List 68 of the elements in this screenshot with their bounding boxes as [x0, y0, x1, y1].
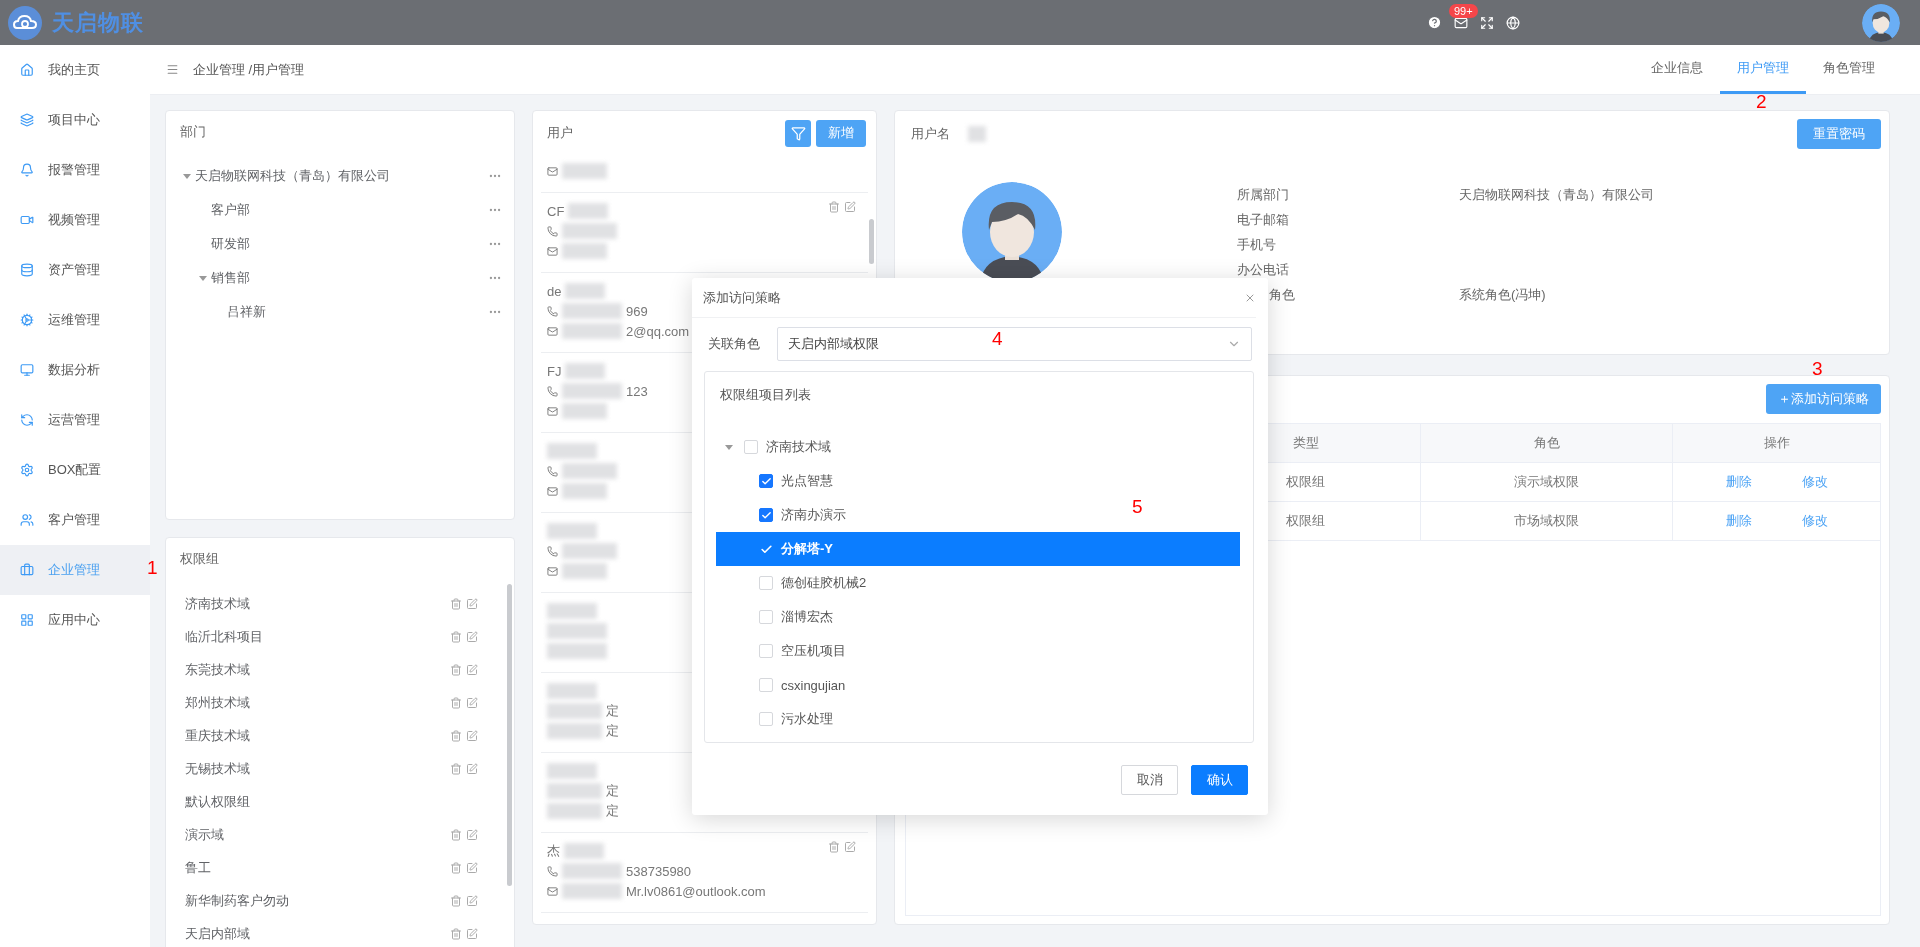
- tree-option[interactable]: 淄博宏杰: [716, 600, 839, 634]
- column-header: 角色: [1420, 424, 1672, 462]
- user-text: 定: [606, 802, 619, 820]
- notification-badge: 99+: [1449, 3, 1478, 18]
- panel-title: 用户: [547, 124, 573, 142]
- permission-group-name[interactable]: 济南技术域: [185, 594, 250, 613]
- tree-option[interactable]: 空压机项目: [716, 634, 852, 668]
- user-name: CF: [547, 203, 565, 219]
- phone-number: 538735980: [626, 863, 692, 879]
- permission-group-name[interactable]: 临沂北科项目: [185, 627, 263, 646]
- user-name: FJ: [547, 363, 562, 379]
- tab[interactable]: 角色管理: [1806, 45, 1892, 94]
- field-label: 手机号: [1237, 235, 1276, 254]
- email-address: 2@qq.com: [626, 323, 690, 339]
- permission-group-name[interactable]: 新华制药客户勿动: [185, 891, 289, 910]
- user-name: 杰: [547, 842, 560, 860]
- field-label: 电子邮箱: [1237, 210, 1289, 229]
- permission-group-name[interactable]: 鲁工: [185, 858, 211, 877]
- field-label: 办公电话: [1237, 260, 1289, 279]
- permission-group-name[interactable]: 天启内部域: [185, 924, 250, 943]
- user-text: 定: [606, 782, 619, 800]
- phone-number: 123: [626, 383, 648, 399]
- field-label: 所属部门: [1237, 185, 1289, 204]
- annotation-number: 3: [1812, 358, 1823, 380]
- tree-option[interactable]: 光点智慧: [716, 464, 839, 498]
- tree-option[interactable]: 污水处理: [716, 702, 839, 736]
- panel-title: 部门: [179, 123, 207, 141]
- tree-option[interactable]: 济南技术域: [716, 430, 837, 464]
- column-header: 操作: [1672, 424, 1880, 462]
- email-address: Mr.lv0861@outlook.com: [626, 883, 766, 899]
- field-label: 角色: [1269, 285, 1295, 304]
- phone-number: 969: [626, 303, 648, 319]
- list-title: 权限组项目列表: [719, 386, 812, 404]
- tab[interactable]: 企业信息: [1634, 45, 1720, 94]
- field-label: 关联角色: [708, 335, 760, 353]
- tree-option[interactable]: 分解塔-Y: [716, 532, 1240, 566]
- panel-title: 权限组: [179, 550, 220, 568]
- department-node[interactable]: 研发部: [211, 235, 250, 253]
- department-node[interactable]: 销售部: [211, 269, 250, 287]
- logo-text: 天启物联: [52, 8, 144, 37]
- permission-group-name[interactable]: 默认权限组: [185, 792, 250, 811]
- dialog-title: 添加访问策略: [703, 288, 781, 307]
- user-text: 定: [606, 722, 619, 740]
- tree-option[interactable]: 德创硅胶机械2: [716, 566, 873, 600]
- department-node[interactable]: 天启物联网科技（青岛）有限公司: [195, 167, 390, 185]
- permission-group-name[interactable]: 郑州技术域: [185, 693, 250, 712]
- annotation-number: 4: [992, 328, 1003, 350]
- department-node[interactable]: 客户部: [211, 201, 250, 219]
- tree-option[interactable]: csxingujian: [716, 668, 852, 702]
- annotation-number: 1: [147, 557, 158, 579]
- permission-group-name[interactable]: 演示域: [185, 825, 224, 844]
- annotation-number: 2: [1756, 91, 1767, 113]
- annotation-number: 5: [1132, 496, 1143, 518]
- user-text: 定: [606, 702, 619, 720]
- breadcrumb: 企业管理 /用户管理: [193, 60, 305, 79]
- permission-group-name[interactable]: 重庆技术域: [185, 726, 250, 745]
- confirm-button[interactable]: 确认: [1191, 765, 1248, 795]
- field-label: 用户名: [911, 125, 950, 143]
- cancel-button[interactable]: 取消: [1121, 765, 1178, 795]
- table-cell: 市场域权限: [1420, 502, 1672, 540]
- permission-group-name[interactable]: 无锡技术域: [185, 759, 250, 778]
- field-value: 系统角色(冯坤): [1459, 285, 1547, 304]
- permission-group-name[interactable]: 东莞技术域: [185, 660, 250, 679]
- user-name: de: [547, 283, 562, 299]
- department-node[interactable]: 吕祥新: [227, 303, 266, 321]
- table-cell: 演示域权限: [1420, 463, 1672, 501]
- tree-option[interactable]: 济南办演示: [716, 498, 852, 532]
- field-value: 天启物联网科技（青岛）有限公司: [1459, 185, 1654, 204]
